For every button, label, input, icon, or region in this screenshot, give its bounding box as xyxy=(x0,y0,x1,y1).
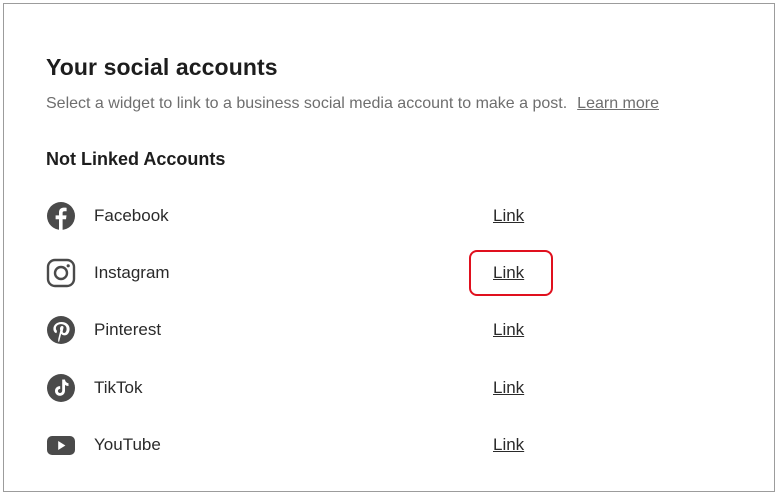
social-accounts-panel: Your social accounts Select a widget to … xyxy=(3,3,775,492)
link-facebook-button[interactable]: Link xyxy=(493,206,524,226)
tiktok-icon xyxy=(47,374,75,402)
account-name: Instagram xyxy=(94,263,170,282)
account-row-pinterest: Pinterest Link xyxy=(46,315,546,347)
youtube-icon xyxy=(47,436,75,455)
link-youtube-button[interactable]: Link xyxy=(493,435,524,455)
description-text: Select a widget to link to a business so… xyxy=(46,95,568,112)
account-name: Facebook xyxy=(94,206,169,225)
account-name: Pinterest xyxy=(94,320,162,339)
page-description: Select a widget to link to a business so… xyxy=(46,95,659,113)
account-name: TikTok xyxy=(94,378,143,397)
link-pinterest-button[interactable]: Link xyxy=(493,320,524,340)
account-row-youtube: YouTube Link xyxy=(46,430,546,462)
facebook-icon xyxy=(47,202,75,230)
link-tiktok-button[interactable]: Link xyxy=(493,378,524,398)
account-name: YouTube xyxy=(94,435,161,454)
instagram-link-highlight xyxy=(469,250,553,296)
not-linked-heading: Not Linked Accounts xyxy=(46,149,226,169)
account-row-facebook: Facebook Link xyxy=(46,201,546,233)
instagram-icon xyxy=(46,258,76,288)
learn-more-link[interactable]: Learn more xyxy=(577,95,659,112)
account-row-tiktok: TikTok Link xyxy=(46,373,546,405)
pinterest-icon xyxy=(47,316,75,344)
page-title: Your social accounts xyxy=(46,54,278,80)
